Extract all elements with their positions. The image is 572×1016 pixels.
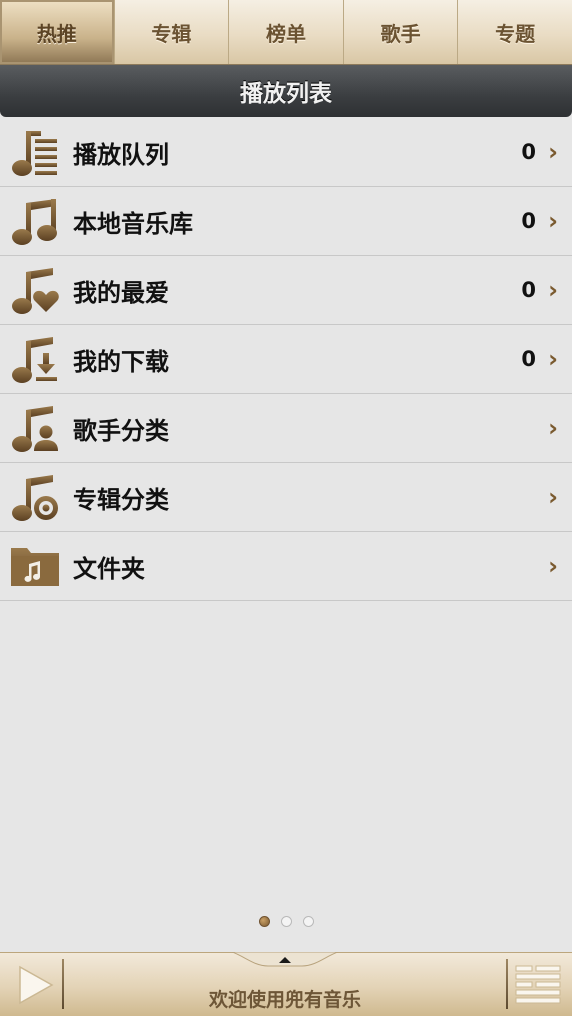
list-item-label: 本地音乐库 bbox=[73, 209, 193, 238]
chevron-right-icon: › bbox=[548, 414, 558, 442]
list-item-label: 文件夹 bbox=[73, 554, 145, 583]
list-item-label: 我的下载 bbox=[73, 347, 169, 376]
player-bar: 欢迎使用兜有音乐 bbox=[0, 952, 572, 1016]
list-item-downloads[interactable]: 我的下载 0 › bbox=[0, 325, 572, 394]
folder-icon bbox=[11, 548, 59, 586]
page-indicator bbox=[0, 916, 572, 927]
item-count: 0 bbox=[521, 140, 536, 164]
list-item-label: 专辑分类 bbox=[73, 485, 169, 514]
top-tab-bar: 热推 专辑 榜单 歌手 专题 bbox=[0, 0, 572, 65]
favorite-heart-icon bbox=[12, 268, 59, 314]
play-icon[interactable] bbox=[8, 961, 58, 1009]
page-dot[interactable] bbox=[302, 916, 314, 927]
playlist-menu: 播放队列 0 › 本地音乐库 0 › 我的最爱 0 › 我的下载 0 › 歌手分… bbox=[0, 118, 572, 601]
item-count: 0 bbox=[521, 278, 536, 302]
item-count: 0 bbox=[521, 209, 536, 233]
list-item-artists[interactable]: 歌手分类 › bbox=[0, 394, 572, 463]
playlist-queue-icon bbox=[12, 131, 57, 176]
music-note-icon bbox=[12, 199, 57, 245]
page-dot-active[interactable] bbox=[258, 916, 270, 927]
tab-topics[interactable]: 专题 bbox=[458, 0, 572, 64]
list-item-play-queue[interactable]: 播放队列 0 › bbox=[0, 118, 572, 187]
chevron-right-icon: › bbox=[548, 207, 558, 235]
chevron-right-icon: › bbox=[548, 276, 558, 304]
list-item-label: 歌手分类 bbox=[73, 416, 169, 445]
tab-album[interactable]: 专辑 bbox=[115, 0, 230, 64]
item-count: 0 bbox=[521, 347, 536, 371]
list-item-label: 我的最爱 bbox=[73, 278, 169, 307]
playlist-menu-icon[interactable] bbox=[512, 961, 564, 1009]
list-item-local-library[interactable]: 本地音乐库 0 › bbox=[0, 187, 572, 256]
chevron-right-icon: › bbox=[548, 552, 558, 580]
expand-player-handle-icon[interactable] bbox=[232, 952, 338, 968]
title-bar: 播放列表 bbox=[0, 65, 572, 117]
list-item-favorites[interactable]: 我的最爱 0 › bbox=[0, 256, 572, 325]
page-dot[interactable] bbox=[280, 916, 292, 927]
list-item-folders[interactable]: 文件夹 › bbox=[0, 532, 572, 601]
page-title: 播放列表 bbox=[240, 81, 332, 107]
tab-artist[interactable]: 歌手 bbox=[344, 0, 459, 64]
chevron-right-icon: › bbox=[548, 483, 558, 511]
divider bbox=[506, 959, 508, 1009]
download-icon bbox=[12, 337, 57, 383]
album-disc-icon bbox=[12, 475, 58, 521]
tab-charts[interactable]: 榜单 bbox=[229, 0, 344, 64]
now-playing-text: 欢迎使用兜有音乐 bbox=[208, 989, 361, 1011]
artist-icon bbox=[12, 406, 58, 452]
chevron-right-icon: › bbox=[548, 345, 558, 373]
tab-hot[interactable]: 热推 bbox=[0, 0, 115, 64]
list-item-albums[interactable]: 专辑分类 › bbox=[0, 463, 572, 532]
chevron-right-icon: › bbox=[548, 138, 558, 166]
list-item-label: 播放队列 bbox=[73, 140, 169, 169]
